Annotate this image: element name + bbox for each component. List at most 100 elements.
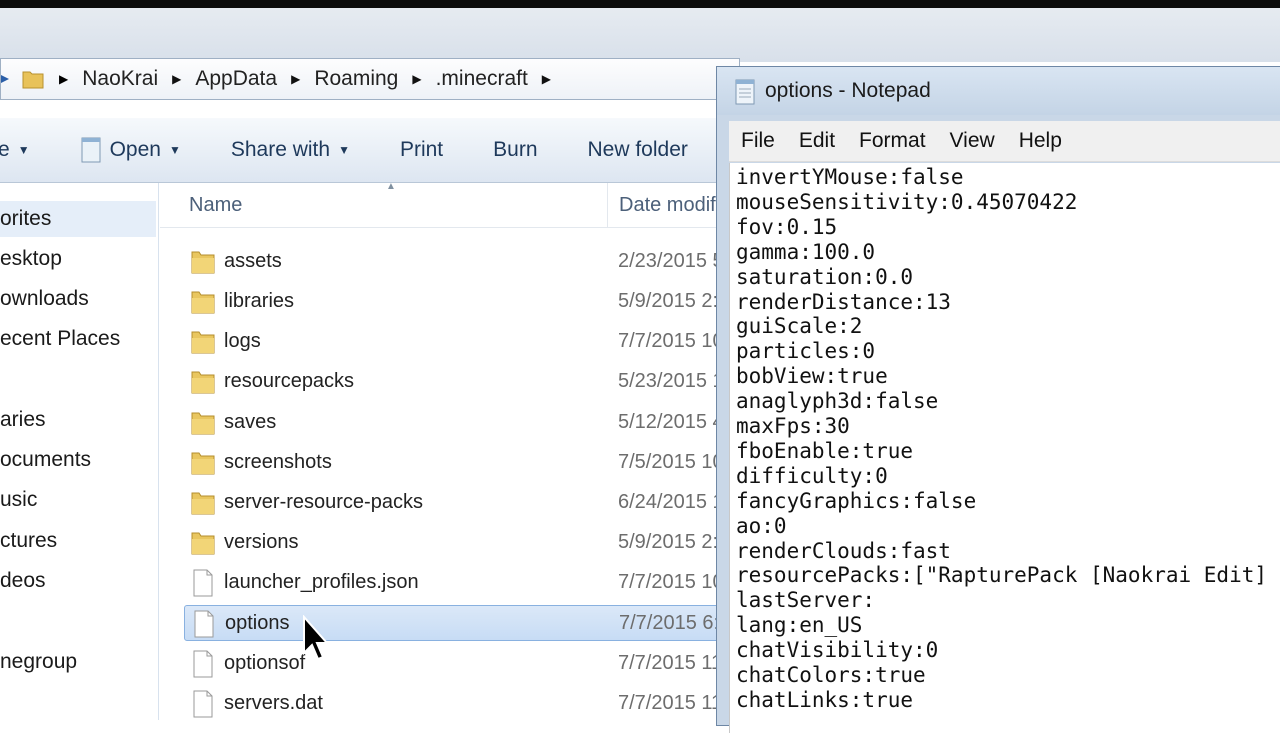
- file-date: 5/12/2015 4: [618, 411, 724, 433]
- chevron-right-icon[interactable]: ▶: [291, 72, 300, 86]
- notepad-window[interactable]: options - Notepad File Edit Format View Help…: [716, 66, 1280, 733]
- nav-item-desktop[interactable]: esktop: [0, 247, 62, 271]
- menu-item-file[interactable]: File: [741, 129, 775, 153]
- chevron-right-icon[interactable]: ▶: [542, 72, 551, 86]
- chevron-right-icon[interactable]: ▶: [59, 72, 68, 86]
- nav-item-recent-places[interactable]: ecent Places: [0, 327, 120, 351]
- nav-item-homegroup[interactable]: negroup: [0, 650, 77, 674]
- breadcrumb-item[interactable]: Roaming: [314, 67, 398, 91]
- column-header-row: ▲ Name Date modif: [160, 183, 740, 228]
- notepad-title: options - Notepad: [765, 79, 931, 102]
- file-row[interactable]: servers.dat 7/7/2015 11: [184, 686, 740, 720]
- folder-icon: [191, 291, 215, 314]
- burn-button[interactable]: Burn: [493, 138, 537, 162]
- file-name: screenshots: [224, 451, 332, 473]
- file-date: 5/9/2015 2:: [618, 531, 719, 553]
- text-line: bobView:true: [736, 364, 888, 389]
- breadcrumb-item[interactable]: NaoKrai: [82, 67, 158, 91]
- text-line: chatVisibility:0: [736, 638, 939, 663]
- file-icon: [193, 690, 213, 718]
- chevron-down-icon: ▼: [17, 143, 30, 157]
- print-label: Print: [399, 138, 444, 161]
- breadcrumb-item[interactable]: AppData: [195, 67, 277, 91]
- file-row[interactable]: resourcepacks 5/23/2015 1: [184, 364, 740, 400]
- folder-icon: [191, 452, 215, 475]
- menu-item-format[interactable]: Format: [859, 129, 926, 153]
- nav-item-downloads[interactable]: ownloads: [0, 287, 89, 311]
- file-date: 6/24/2015 1: [618, 491, 724, 513]
- file-row[interactable]: assets 2/23/2015 5: [184, 244, 740, 280]
- sort-arrow-icon: ▲: [386, 183, 396, 192]
- column-header-date[interactable]: Date modif: [619, 194, 716, 217]
- breadcrumb-item[interactable]: .minecraft: [436, 67, 528, 91]
- notepad-icon: [735, 79, 755, 105]
- folder-icon: [191, 371, 215, 394]
- share-label: Share with: [230, 138, 331, 161]
- organize-button[interactable]: e ▼: [0, 138, 30, 162]
- back-arrow-icon[interactable]: [1, 71, 11, 87]
- folder-icon: [191, 412, 215, 435]
- file-name: versions: [224, 531, 299, 553]
- file-row[interactable]: logs 7/7/2015 10: [184, 324, 740, 360]
- nav-item-libraries[interactable]: aries: [0, 408, 46, 432]
- chevron-right-icon[interactable]: ▶: [172, 72, 181, 86]
- file-date: 7/7/2015 10: [618, 571, 724, 593]
- chevron-right-icon[interactable]: ▶: [412, 72, 421, 86]
- text-line: lastServer:: [736, 588, 876, 613]
- chevron-down-icon: ▼: [168, 143, 181, 157]
- address-bar[interactable]: ▶ NaoKrai ▶ AppData ▶ Roaming ▶ .minecraft ▶: [0, 58, 740, 100]
- file-row[interactable]: optionsof 7/7/2015 11: [184, 646, 740, 682]
- menu-item-edit[interactable]: Edit: [799, 129, 835, 153]
- text-line: fboEnable:true: [736, 438, 914, 463]
- open-button[interactable]: Open ▼: [80, 136, 181, 164]
- file-row[interactable]: saves 5/12/2015 4: [184, 405, 740, 441]
- file-row[interactable]: versions 5/9/2015 2:: [184, 525, 740, 561]
- text-line: ao:0: [736, 513, 787, 538]
- file-date: 2/23/2015 5: [618, 250, 724, 272]
- file-date: 7/7/2015 6:: [619, 612, 720, 634]
- folder-icon: [191, 532, 215, 555]
- file-row[interactable]: options 7/7/2015 6:: [184, 605, 740, 641]
- text-line: anaglyph3d:false: [736, 389, 939, 414]
- notepad-menu-bar: File Edit Format View Help: [729, 121, 1280, 162]
- text-line: guiScale:2: [736, 314, 863, 339]
- text-line: gamma:100.0: [736, 239, 876, 264]
- print-button[interactable]: Print: [400, 138, 443, 162]
- file-date: 7/5/2015 10: [618, 451, 724, 473]
- open-label: Open: [109, 138, 161, 161]
- menu-item-view[interactable]: View: [950, 129, 995, 153]
- burn-label: Burn: [493, 138, 538, 161]
- file-row[interactable]: screenshots 7/5/2015 10: [184, 445, 740, 481]
- text-line: saturation:0.0: [736, 264, 914, 289]
- text-line: renderDistance:13: [736, 289, 951, 314]
- new-folder-button[interactable]: New folder: [588, 138, 688, 162]
- file-icon: [193, 650, 213, 678]
- nav-item-documents[interactable]: ocuments: [0, 448, 91, 472]
- text-line: fancyGraphics:false: [736, 488, 977, 513]
- file-date: 7/7/2015 11: [618, 692, 723, 714]
- file-date: 7/7/2015 10: [618, 330, 724, 352]
- file-name: libraries: [224, 290, 295, 312]
- file-icon: [193, 569, 213, 597]
- file-name: server-resource-packs: [224, 491, 423, 513]
- notepad-text-area[interactable]: invertYMouse:false mouseSensitivity:0.450…: [729, 163, 1280, 733]
- nav-item-music[interactable]: usic: [0, 488, 37, 512]
- file-row[interactable]: launcher_profiles.json 7/7/2015 10: [184, 565, 740, 601]
- file-name: logs: [224, 330, 261, 352]
- nav-item-videos[interactable]: deos: [0, 569, 46, 593]
- notepad-title-bar[interactable]: options - Notepad: [717, 67, 1280, 115]
- file-name: optionsof: [224, 652, 306, 674]
- file-row[interactable]: server-resource-packs 6/24/2015 1: [184, 485, 740, 521]
- text-line: chatColors:true: [736, 663, 926, 687]
- nav-item-favorites[interactable]: orites: [0, 201, 156, 237]
- menu-item-help[interactable]: Help: [1019, 129, 1062, 153]
- share-with-button[interactable]: Share with ▼: [231, 138, 350, 162]
- file-row[interactable]: libraries 5/9/2015 2:: [184, 284, 740, 320]
- command-toolbar: e ▼ Open ▼ Share with ▼ Print Burn New f…: [0, 118, 740, 183]
- column-divider[interactable]: [607, 183, 608, 227]
- column-header-name[interactable]: Name: [189, 194, 242, 217]
- text-line: maxFps:30: [736, 414, 850, 438]
- nav-item-pictures[interactable]: ctures: [0, 529, 57, 553]
- folder-icon: [22, 71, 44, 89]
- mouse-pointer-icon: [303, 615, 328, 661]
